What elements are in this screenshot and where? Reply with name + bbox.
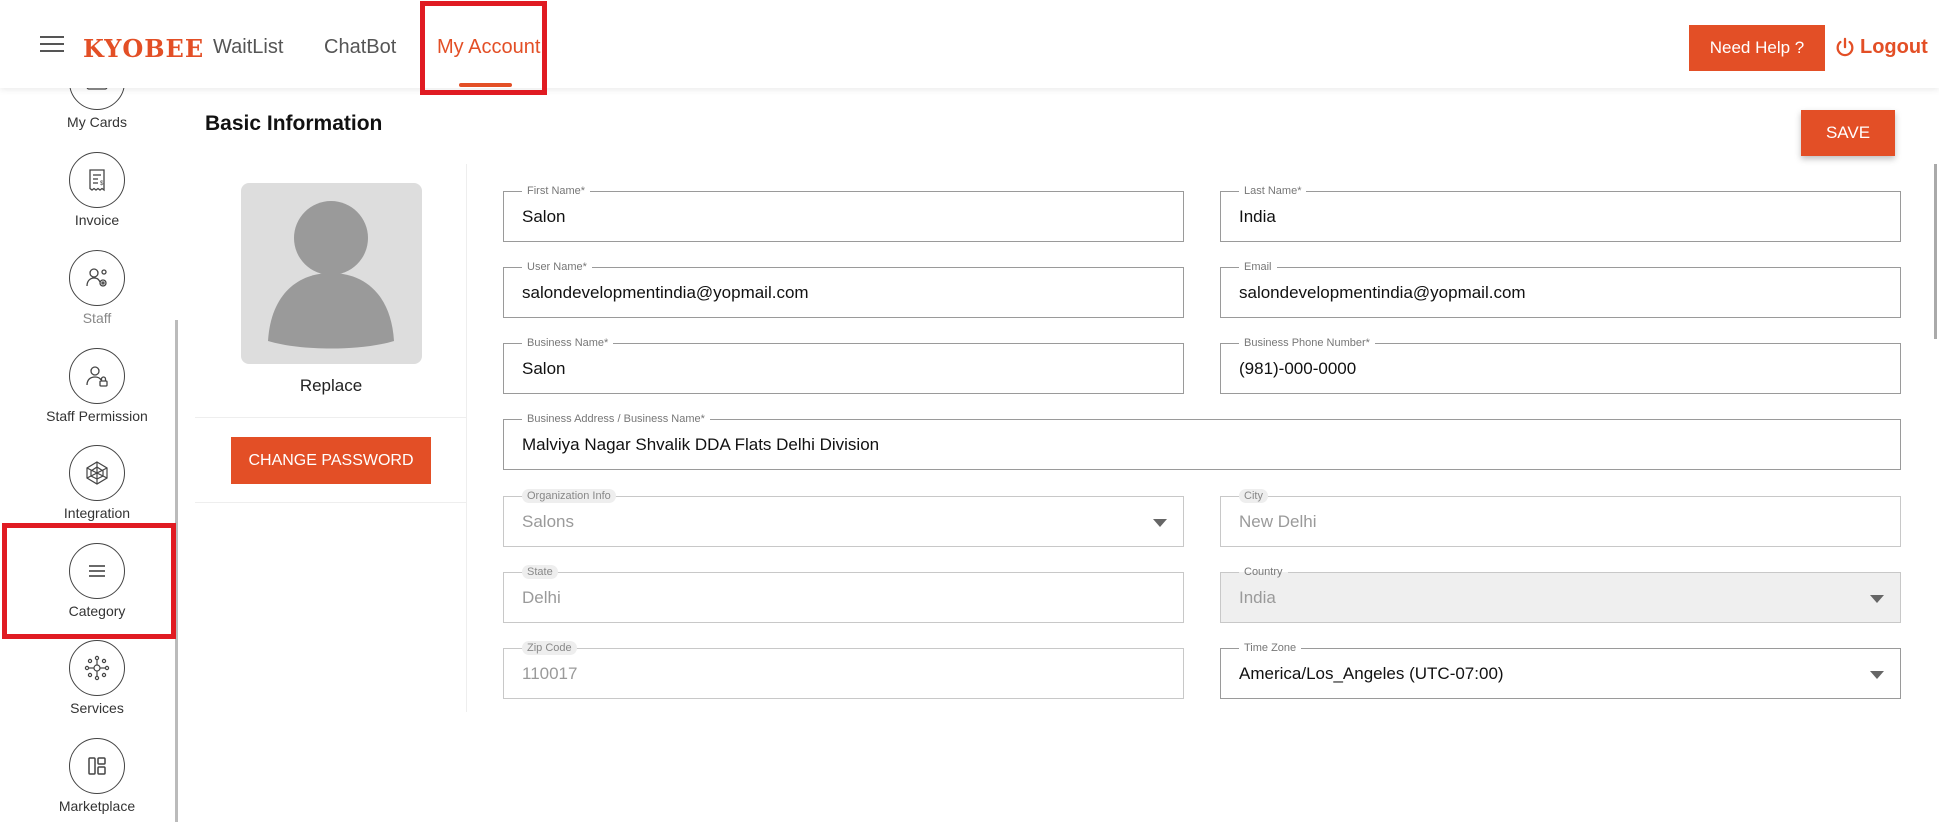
chevron-down-icon xyxy=(1153,519,1167,527)
business-address-field[interactable]: Business Address / Business Name* Malviy… xyxy=(503,412,1901,470)
divider xyxy=(195,502,467,503)
field-label: User Name* xyxy=(522,260,592,274)
field-label: First Name* xyxy=(522,184,591,198)
field-value: salondevelopmentindia@yopmail.com xyxy=(1239,283,1526,302)
save-button[interactable]: SAVE xyxy=(1801,110,1895,156)
sidebar-item-label: Marketplace xyxy=(58,798,136,814)
field-label: Time Zone xyxy=(1239,641,1302,655)
user-name-field[interactable]: User Name* salondevelopmentindia@yopmail… xyxy=(503,260,1184,318)
field-value: India xyxy=(1239,588,1276,607)
field-value: salondevelopmentindia@yopmail.com xyxy=(522,283,809,302)
user-placeholder-icon xyxy=(268,201,394,349)
services-icon xyxy=(69,640,125,696)
power-icon xyxy=(1836,37,1854,56)
replace-link[interactable]: Replace xyxy=(195,376,467,396)
sidebar-item-label: Staff xyxy=(82,310,112,326)
sidebar-item-label: Staff Permission xyxy=(46,408,148,424)
marketplace-icon xyxy=(69,738,125,794)
menu-icon[interactable] xyxy=(40,36,64,54)
field-value: Salon xyxy=(522,359,566,378)
field-label: Business Address / Business Name* xyxy=(522,412,710,426)
sidebar-item-invoice[interactable]: $ Invoice xyxy=(22,152,172,228)
page-title: Basic Information xyxy=(205,112,383,135)
state-field[interactable]: State Delhi xyxy=(503,565,1184,623)
sidebar-item-label: Services xyxy=(70,700,124,716)
last-name-field[interactable]: Last Name* India xyxy=(1220,184,1901,242)
field-label: City xyxy=(1239,489,1268,503)
sidebar-item-label: My Cards xyxy=(67,114,127,130)
field-label: State xyxy=(522,565,558,579)
highlight-box-my-account xyxy=(420,1,547,95)
sidebar-item-label: Integration xyxy=(63,505,131,521)
sidebar-item-integration[interactable]: Integration xyxy=(22,445,172,521)
sidebar-item-staff-permission[interactable]: Staff Permission xyxy=(22,348,172,424)
field-label: Last Name* xyxy=(1239,184,1307,198)
field-value: Malviya Nagar Shvalik DDA Flats Delhi Di… xyxy=(522,435,880,454)
profile-panel: Replace CHANGE PASSWORD xyxy=(195,164,467,712)
field-label: Email xyxy=(1239,260,1277,274)
field-value: (981)-000-0000 xyxy=(1239,359,1357,378)
chevron-down-icon xyxy=(1870,595,1884,603)
field-value: Delhi xyxy=(522,588,561,607)
sidebar-item-services[interactable]: Services xyxy=(22,640,172,716)
field-value: India xyxy=(1239,207,1276,226)
country-select[interactable]: Country India xyxy=(1220,565,1901,623)
chevron-down-icon xyxy=(1870,671,1884,679)
organization-info-select[interactable]: Organization Info Salons xyxy=(503,489,1184,547)
field-label: Business Name* xyxy=(522,336,614,350)
field-value: Salon xyxy=(522,207,566,226)
top-bar: KYOBEE WaitList ChatBot My Account Need … xyxy=(0,0,1939,88)
business-name-field[interactable]: Business Name* Salon xyxy=(503,336,1184,394)
logout-label: Logout xyxy=(1860,36,1928,58)
field-label: Zip Code xyxy=(522,641,577,655)
field-value: 110017 xyxy=(522,664,578,683)
nav-waitlist[interactable]: WaitList xyxy=(213,36,283,59)
invoice-icon: $ xyxy=(69,152,125,208)
field-value: Salons xyxy=(522,512,574,531)
sidebar: My Cards $ Invoice Staff Staff Permissio… xyxy=(0,54,178,822)
staff-icon xyxy=(69,250,125,306)
field-label: Country xyxy=(1239,565,1288,579)
sidebar-item-marketplace[interactable]: Marketplace xyxy=(22,738,172,814)
logout-button[interactable]: Logout xyxy=(1834,36,1928,59)
main-scrollbar[interactable] xyxy=(1934,164,1937,339)
nav-chatbot[interactable]: ChatBot xyxy=(324,36,396,59)
zip-code-field[interactable]: Zip Code 110017 xyxy=(503,641,1184,699)
integration-icon xyxy=(69,445,125,501)
brand-logo[interactable]: KYOBEE xyxy=(83,34,204,63)
business-phone-field[interactable]: Business Phone Number* (981)-000-0000 xyxy=(1220,336,1901,394)
field-value: New Delhi xyxy=(1239,512,1317,531)
staff-permission-icon xyxy=(69,348,125,404)
field-label: Business Phone Number* xyxy=(1239,336,1375,350)
highlight-box-category xyxy=(2,523,176,639)
field-value: America/Los_Angeles (UTC-07:00) xyxy=(1239,664,1504,683)
time-zone-select[interactable]: Time Zone America/Los_Angeles (UTC-07:00… xyxy=(1220,641,1901,699)
need-help-button[interactable]: Need Help ? xyxy=(1689,25,1825,71)
sidebar-item-staff[interactable]: Staff xyxy=(22,250,172,326)
email-field[interactable]: Email salondevelopmentindia@yopmail.com xyxy=(1220,260,1901,318)
field-label: Organization Info xyxy=(522,489,616,503)
change-password-button[interactable]: CHANGE PASSWORD xyxy=(231,437,431,484)
city-field[interactable]: City New Delhi xyxy=(1220,489,1901,547)
divider xyxy=(195,417,467,418)
avatar[interactable] xyxy=(241,183,422,364)
first-name-field[interactable]: First Name* Salon xyxy=(503,184,1184,242)
sidebar-item-label: Invoice xyxy=(74,212,120,228)
